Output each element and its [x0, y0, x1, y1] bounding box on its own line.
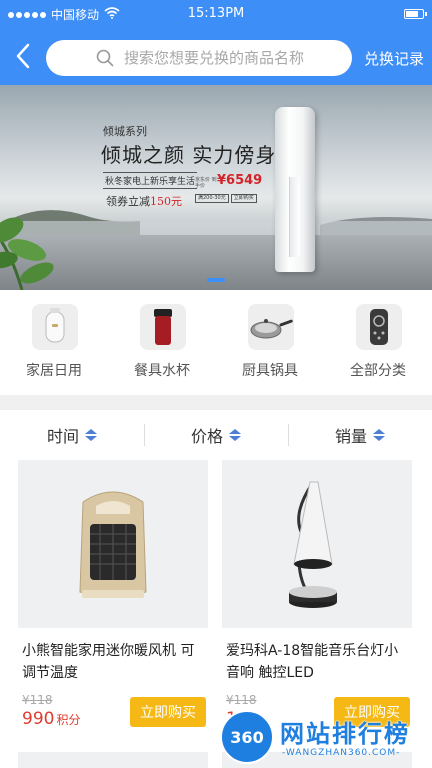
- status-time: 15:13PM: [187, 6, 245, 21]
- sort-by-price[interactable]: 价格: [144, 410, 288, 460]
- category-all[interactable]: 全部分类: [324, 290, 432, 395]
- buy-now-button[interactable]: 立即购买: [130, 697, 206, 727]
- sort-divider: [144, 424, 145, 446]
- search-bar[interactable]: [46, 40, 352, 76]
- banner-tag-buy: 立即购买: [230, 194, 257, 203]
- product-card[interactable]: 爱玛科A-18智能音乐台灯小音响 触控LED ¥118 1积分 立即购买: [222, 460, 412, 740]
- product-original-price: ¥118: [226, 693, 257, 707]
- category-label: 家居日用: [26, 363, 82, 379]
- banner-coupon: 领券立减150元: [106, 193, 182, 209]
- plant-decoration: [0, 217, 54, 290]
- status-bar: 中国移动 15:13PM: [0, 0, 432, 30]
- category-label: 厨具锅具: [242, 363, 298, 379]
- category-grid: 家居日用 餐具水杯 厨具锅具 全部分类: [0, 290, 432, 395]
- desk-lamp-speaker-icon: [222, 460, 412, 628]
- app-header: 中国移动 15:13PM 搜索您想要兑换的商品名称 兑换记录: [0, 0, 432, 85]
- sort-by-sales[interactable]: 销量: [288, 410, 432, 460]
- chevron-left-icon: [15, 43, 31, 73]
- banner-tag-discount: 满200-30元: [195, 194, 229, 203]
- points-unit: 积分: [56, 713, 81, 727]
- nav-bar: 兑换记录: [0, 38, 432, 78]
- sort-label: 销量: [334, 427, 367, 446]
- product-name: 爱玛科A-18智能音乐台灯小音响 触控LED: [226, 643, 399, 681]
- battery-level: [406, 11, 418, 17]
- battery-icon: [404, 9, 427, 19]
- sort-arrows-icon: [229, 429, 241, 441]
- back-button[interactable]: [8, 40, 38, 76]
- points-value: 990: [22, 709, 55, 729]
- banner-price-caption: 京东价 到手价: [195, 177, 217, 189]
- product-points: 990 积分: [22, 709, 80, 729]
- category-cookware[interactable]: 厨具锅具: [216, 290, 324, 395]
- product-name: 小熊智能家用迷你暖风机 可调节温度: [22, 643, 195, 681]
- promo-banner[interactable]: 倾城系列 倾城之颜 实力傍身 秋冬家电上新乐享生活 领券立减150元 京东价 到…: [0, 85, 432, 290]
- air-conditioner-image: [275, 107, 315, 272]
- product-card[interactable]: 小熊智能家用迷你暖风机 可调节温度 ¥118 990 积分 立即购买: [18, 460, 208, 740]
- search-icon: [96, 49, 114, 67]
- category-home-goods[interactable]: 家居日用: [0, 290, 108, 395]
- space-heater-icon: [18, 460, 208, 628]
- category-tableware[interactable]: 餐具水杯: [108, 290, 216, 395]
- sort-arrows-icon: [373, 429, 385, 441]
- category-label: 全部分类: [350, 363, 406, 379]
- watermark-logo: 360 网站排行榜 -WANGZHAN360.COM-: [220, 708, 432, 768]
- coupon-amount: 150元: [150, 195, 182, 208]
- product-card-next: [18, 752, 208, 768]
- banner-subtitle: 秋冬家电上新乐享生活: [103, 172, 198, 189]
- sort-label: 时间: [46, 427, 79, 446]
- watermark-text: 网站排行榜: [280, 720, 410, 748]
- sort-arrows-icon: [85, 429, 97, 441]
- exchange-record-link[interactable]: 兑换记录: [364, 48, 424, 69]
- coupon-prefix: 领券立减: [106, 195, 150, 208]
- air-conditioner-panel: [289, 177, 300, 257]
- sort-divider: [288, 424, 289, 446]
- sort-by-time[interactable]: 时间: [0, 410, 144, 460]
- banner-price: ¥6549: [217, 173, 263, 188]
- carousel-dot-active[interactable]: [207, 278, 225, 282]
- banner-series: 倾城系列: [103, 125, 147, 138]
- banner-title: 倾城之颜 实力傍身: [101, 143, 277, 167]
- search-input[interactable]: [122, 48, 346, 68]
- sort-label: 价格: [190, 427, 223, 446]
- watermark-badge: 360: [220, 710, 274, 764]
- frying-pan-icon: [248, 304, 294, 350]
- product-original-price: ¥118: [22, 693, 53, 707]
- remote-control-icon: [356, 304, 402, 350]
- thermos-cup-icon: [140, 304, 186, 350]
- sort-bar: 时间 价格 销量: [0, 410, 432, 460]
- watermark-url: -WANGZHAN360.COM-: [282, 748, 401, 758]
- banner-tags: 满200-30元 立即购买: [195, 194, 257, 203]
- category-label: 餐具水杯: [134, 363, 190, 379]
- carousel-indicator: [0, 278, 432, 282]
- humidifier-icon: [32, 304, 78, 350]
